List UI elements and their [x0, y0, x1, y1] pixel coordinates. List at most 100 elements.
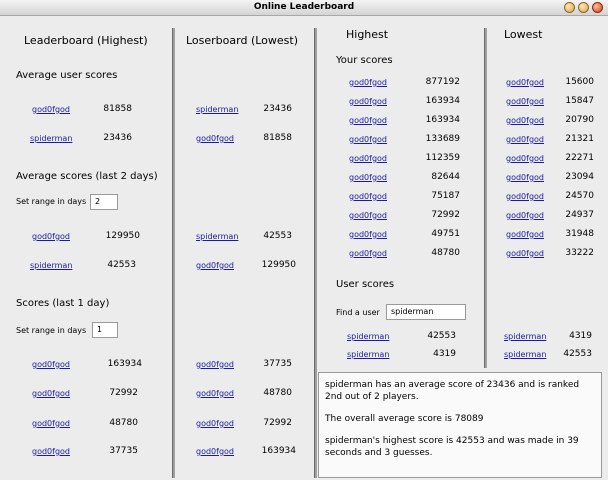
user-link[interactable]: god0fgod [349, 135, 387, 144]
user-link[interactable]: god0fgod [349, 78, 387, 87]
score-value: 15600 [565, 77, 594, 87]
score-value: 133689 [425, 134, 460, 144]
set-range-label: Set range in days [16, 326, 87, 335]
user-link[interactable]: spiderman [30, 134, 72, 143]
user-link[interactable]: god0fgod [349, 249, 387, 258]
user-link[interactable]: god0fgod [196, 419, 234, 428]
score-value: 112359 [425, 153, 460, 163]
user-link[interactable]: god0fgod [506, 192, 544, 201]
user-link[interactable]: god0fgod [32, 105, 70, 114]
user-link[interactable]: spiderman [196, 105, 238, 114]
score-value: 42553 [107, 260, 136, 270]
user-info-panel: spiderman has an average score of 23436 … [318, 372, 602, 478]
user-link[interactable]: god0fgod [32, 232, 70, 241]
user-link[interactable]: god0fgod [349, 211, 387, 220]
average-scores-2-days-label: Average scores (last 2 days) [16, 171, 158, 182]
user-link[interactable]: god0fgod [349, 173, 387, 182]
maximize-button[interactable] [578, 2, 589, 13]
highest-heading: Highest [346, 28, 389, 41]
user-link[interactable]: god0fgod [349, 230, 387, 239]
user-link[interactable]: spiderman [30, 261, 72, 270]
score-value: 48780 [109, 418, 138, 428]
score-value: 163934 [261, 446, 296, 456]
user-link[interactable]: god0fgod [506, 97, 544, 106]
user-link[interactable]: god0fgod [32, 419, 70, 428]
overall-average-text: The overall average score is 78089 [325, 414, 484, 424]
leaderboard-highest-heading: Leaderboard (Highest) [24, 34, 148, 47]
user-link[interactable]: god0fgod [32, 389, 70, 398]
title-bar: Online Leaderboard [0, 0, 608, 16]
user-link[interactable]: god0fgod [196, 447, 234, 456]
score-value: 163934 [107, 359, 142, 369]
score-value: 37735 [263, 359, 292, 369]
user-link[interactable]: god0fgod [349, 192, 387, 201]
score-value: 4319 [433, 349, 456, 359]
user-link[interactable]: god0fgod [196, 261, 234, 270]
score-value: 72992 [109, 388, 138, 398]
minimize-button[interactable] [564, 2, 575, 13]
score-value: 72992 [263, 418, 292, 428]
column-divider [172, 28, 175, 478]
user-link[interactable]: god0fgod [506, 249, 544, 258]
score-value: 37735 [109, 446, 138, 456]
user-link[interactable]: god0fgod [349, 116, 387, 125]
score-value: 23094 [565, 172, 594, 182]
user-link[interactable]: god0fgod [196, 389, 234, 398]
score-value: 4319 [569, 331, 592, 341]
score-value: 31948 [565, 229, 594, 239]
user-link[interactable]: spiderman [504, 350, 546, 359]
score-value: 163934 [425, 115, 460, 125]
score-value: 72992 [431, 210, 460, 220]
score-value: 42553 [263, 231, 292, 241]
loserboard-lowest-panel: Loserboard (Lowest) spiderman 23436 god0… [176, 16, 314, 480]
user-link[interactable]: god0fgod [506, 135, 544, 144]
close-button[interactable] [592, 2, 603, 13]
user-link[interactable]: god0fgod [32, 447, 70, 456]
score-value: 33222 [565, 248, 594, 258]
user-link[interactable]: spiderman [347, 350, 389, 359]
range-days-input[interactable]: 2 [90, 194, 118, 210]
score-value: 877192 [425, 77, 460, 87]
score-value: 48780 [431, 248, 460, 258]
user-link[interactable]: spiderman [347, 332, 389, 341]
user-link[interactable]: god0fgod [349, 154, 387, 163]
score-value: 15847 [565, 96, 594, 106]
score-value: 129950 [261, 260, 296, 270]
score-value: 75187 [431, 191, 460, 201]
leaderboard-highest-panel: Leaderboard (Highest) Average user score… [0, 16, 172, 480]
find-user-input[interactable]: spiderman [386, 304, 466, 320]
set-range-label: Set range in days [16, 197, 87, 206]
average-user-scores-label: Average user scores [16, 70, 118, 81]
score-value: 129950 [105, 231, 140, 241]
user-link[interactable]: god0fgod [506, 211, 544, 220]
user-link[interactable]: god0fgod [196, 134, 234, 143]
user-link[interactable]: god0fgod [506, 173, 544, 182]
lowest-heading: Lowest [504, 28, 543, 41]
your-scores-label: Your scores [336, 55, 393, 66]
score-value: 82644 [431, 172, 460, 182]
score-value: 163934 [425, 96, 460, 106]
score-value: 42553 [563, 349, 592, 359]
user-highest-text: spiderman's highest score is 42553 and w… [325, 436, 579, 458]
user-link[interactable]: god0fgod [506, 230, 544, 239]
user-link[interactable]: god0fgod [196, 360, 234, 369]
score-value: 23436 [103, 133, 132, 143]
score-value: 81858 [263, 133, 292, 143]
score-value: 81858 [103, 104, 132, 114]
score-value: 24570 [565, 191, 594, 201]
user-link[interactable]: god0fgod [506, 78, 544, 87]
user-scores-label: User scores [336, 279, 395, 290]
user-link[interactable]: spiderman [504, 332, 546, 341]
main-window: Leaderboard (Highest) Average user score… [0, 16, 608, 480]
user-link[interactable]: god0fgod [32, 360, 70, 369]
user-link[interactable]: god0fgod [506, 154, 544, 163]
score-value: 49751 [431, 229, 460, 239]
range-days-input[interactable]: 1 [92, 322, 118, 338]
loserboard-lowest-heading: Loserboard (Lowest) [186, 34, 299, 47]
user-link[interactable]: god0fgod [506, 116, 544, 125]
score-value: 24937 [565, 210, 594, 220]
user-link[interactable]: spiderman [196, 232, 238, 241]
score-value: 21321 [565, 134, 594, 144]
column-divider [484, 28, 487, 368]
user-link[interactable]: god0fgod [349, 97, 387, 106]
